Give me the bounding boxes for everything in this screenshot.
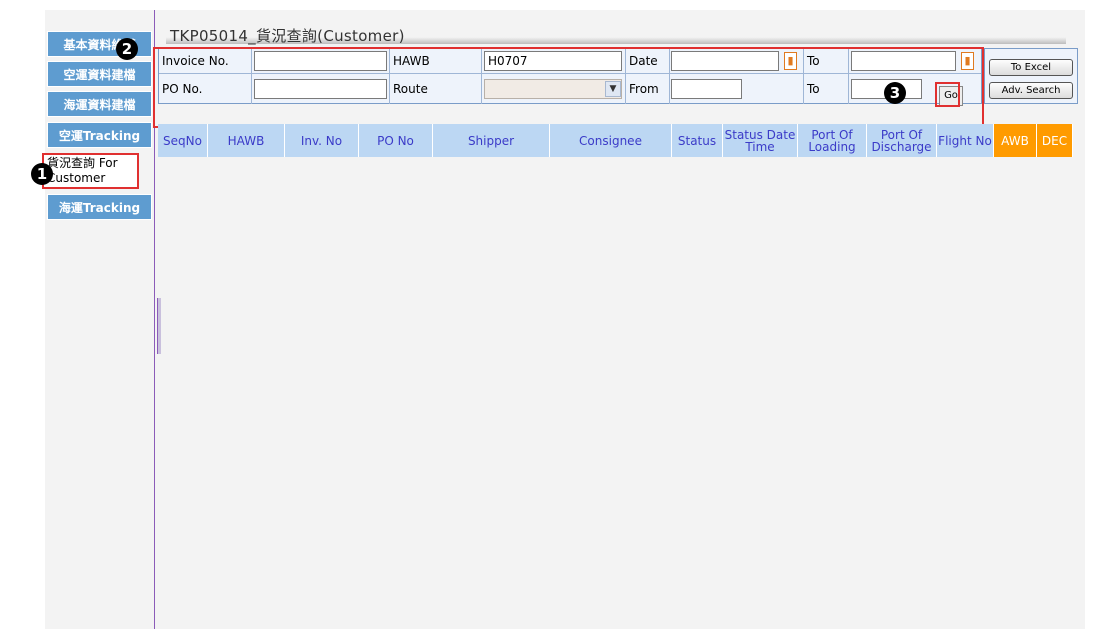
column-header-consignee[interactable]: Consignee xyxy=(550,124,672,157)
column-header-dec[interactable]: DEC xyxy=(1037,124,1073,157)
annotation-marker-1: 1 xyxy=(31,163,53,185)
column-header-flight-no[interactable]: Flight No xyxy=(937,124,994,157)
column-header-seqno[interactable]: SeqNo xyxy=(158,124,208,157)
page-title: TKP05014_貨況查詢(Customer) xyxy=(170,27,405,45)
column-header-status-date-time[interactable]: Status Date Time xyxy=(723,124,798,157)
sidebar-item-sea-data[interactable]: 海運資料建檔 xyxy=(47,91,152,117)
search-form-highlight-box xyxy=(153,47,984,128)
column-header-port-of-loading[interactable]: Port Of Loading xyxy=(798,124,867,157)
annotation-marker-2: 2 xyxy=(116,38,138,60)
column-header-status[interactable]: Status xyxy=(672,124,723,157)
panel-splitter-handle[interactable] xyxy=(157,298,161,354)
adv-search-button[interactable]: Adv. Search xyxy=(989,82,1073,99)
column-header-inv-no[interactable]: Inv. No xyxy=(285,124,359,157)
to-excel-button[interactable]: To Excel xyxy=(989,59,1073,76)
action-panel: To Excel Adv. Search xyxy=(984,48,1078,104)
sidebar-item-sea-tracking[interactable]: 海運Tracking xyxy=(47,194,152,220)
sidebar-item-air-data[interactable]: 空運資料建檔 xyxy=(47,61,152,87)
column-header-awb[interactable]: AWB xyxy=(994,124,1037,157)
column-header-hawb[interactable]: HAWB xyxy=(208,124,285,157)
column-header-shipper[interactable]: Shipper xyxy=(433,124,550,157)
column-header-port-of-discharge[interactable]: Port Of Discharge xyxy=(867,124,937,157)
sidebar-item-air-tracking[interactable]: 空運Tracking xyxy=(47,122,152,148)
sidebar-item-cargo-query-customer[interactable]: 貨況查詢 For Customer xyxy=(42,153,139,189)
annotation-marker-3: 3 xyxy=(884,82,906,104)
column-header-po-no[interactable]: PO No xyxy=(359,124,433,157)
